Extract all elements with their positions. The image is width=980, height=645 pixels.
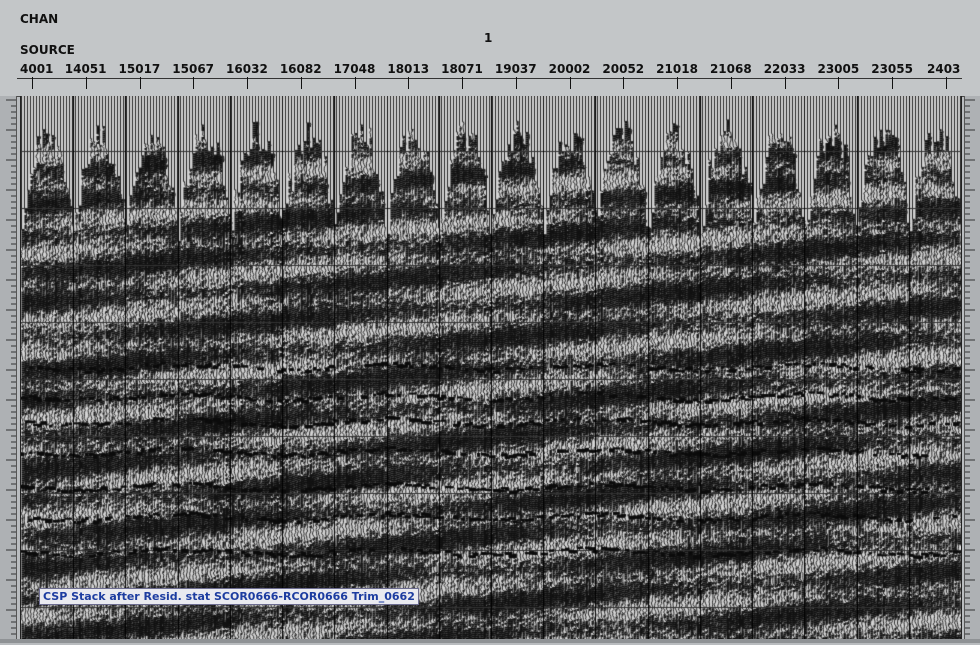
- source-tick-mark: [946, 77, 947, 89]
- source-tick-mark: [516, 77, 517, 89]
- source-tick-label: 22033: [763, 62, 806, 76]
- source-tick-label: 23055: [871, 62, 913, 76]
- source-tick-label: 18071: [441, 62, 483, 76]
- chan-value: 1: [484, 31, 493, 45]
- source-tick-mark: [86, 77, 87, 89]
- source-tick-label: 20002: [548, 62, 591, 76]
- source-tick-mark: [301, 77, 302, 89]
- source-tick-label: 19037: [494, 62, 537, 76]
- time-ruler-right: [964, 96, 980, 641]
- source-tick-mark: [355, 77, 356, 89]
- seismic-traces: [21, 96, 961, 641]
- source-tick-label: 21018: [656, 62, 698, 76]
- source-tick-label: 20052: [602, 62, 645, 76]
- source-label: SOURCE: [20, 43, 75, 57]
- source-tick-mark: [32, 77, 33, 89]
- source-tick-label: 4001: [20, 62, 54, 76]
- source-tick-label: 21068: [709, 62, 752, 76]
- source-tick-mark: [247, 77, 248, 89]
- source-tick-mark: [838, 77, 839, 89]
- time-ruler-left: [0, 96, 17, 641]
- source-tick-mark: [892, 77, 893, 89]
- source-tick-mark: [140, 77, 141, 89]
- source-tick-mark: [462, 77, 463, 89]
- seismic-viewer: CHAN 1 SOURCE 4001 14051 15017 15067 16032 16…: [0, 0, 980, 643]
- seismic-section[interactable]: [20, 96, 962, 641]
- source-tick-mark: [193, 77, 194, 89]
- ruler-ticks: [6, 99, 16, 641]
- source-tick-label: 23005: [817, 62, 860, 76]
- ruler-ticks: [965, 99, 975, 641]
- source-tick-mark: [785, 77, 786, 89]
- source-axis: 4001 14051 15017 15067 16032 16082 17048 18013 1…: [0, 62, 980, 96]
- source-tick-label: 2403: [927, 62, 961, 76]
- source-tick-mark: [570, 77, 571, 89]
- source-tick-mark: [408, 77, 409, 89]
- source-tick-label: 16032: [226, 62, 268, 76]
- source-tick-mark: [731, 77, 732, 89]
- source-tick-label: 18013: [387, 62, 430, 76]
- source-tick-label: 15067: [172, 62, 215, 76]
- source-tick-label: 16082: [279, 62, 322, 76]
- section-caption: CSP Stack after Resid. stat SCOR0666-RCO…: [39, 588, 419, 605]
- source-tick-label: 15017: [118, 62, 161, 76]
- source-tick-label: 14051: [64, 62, 107, 76]
- chan-label: CHAN: [20, 12, 59, 26]
- source-tick-label: 17048: [333, 62, 376, 76]
- source-tick-mark: [677, 77, 678, 89]
- source-tick-mark: [623, 77, 624, 89]
- bottom-border: [0, 639, 980, 643]
- trace-header: CHAN 1 SOURCE 4001 14051 15017 15067 16032 16…: [0, 0, 980, 97]
